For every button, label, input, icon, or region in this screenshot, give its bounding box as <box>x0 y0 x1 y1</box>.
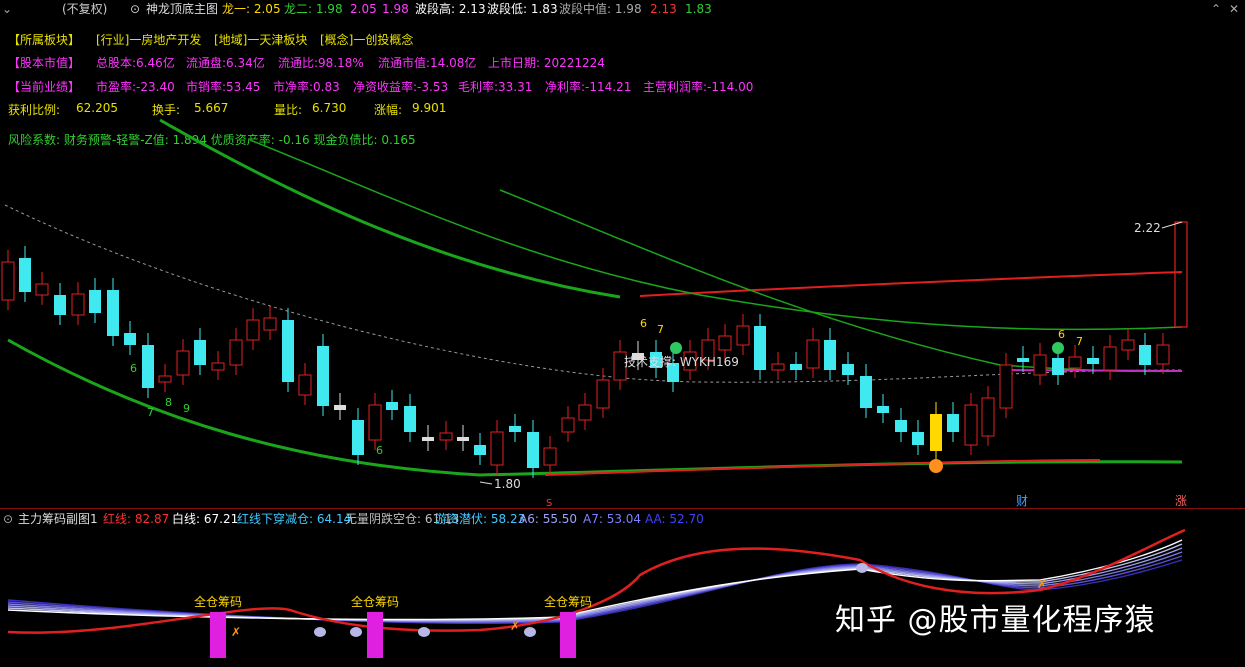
candles <box>1 246 1170 478</box>
count-label-7: 6 <box>1058 328 1065 341</box>
buy-signal-icon-2 <box>1052 342 1064 354</box>
candle-body-4 <box>71 293 85 316</box>
high-price-pointer <box>1161 221 1183 229</box>
candle-body-44 <box>771 363 785 371</box>
trend-lines <box>4 118 1188 477</box>
count-label-6: 7 <box>657 323 664 336</box>
count-label-2: 8 <box>165 396 172 409</box>
candle-body-24 <box>422 437 434 441</box>
candle-body-22 <box>386 402 398 410</box>
candle-body-53 <box>930 414 942 451</box>
sub-value-2: 红线下穿减仓: 64.14 <box>237 512 352 526</box>
candle-body-10 <box>176 350 190 376</box>
ma-long-line <box>249 139 1183 331</box>
pane-divider[interactable] <box>0 508 1245 509</box>
candle-body-5 <box>89 290 101 313</box>
candle-body-16 <box>282 320 294 382</box>
candle-body-56 <box>981 397 995 437</box>
count-label-3: 9 <box>183 402 190 415</box>
candle-body-41 <box>718 335 732 351</box>
count-label-0: 6 <box>130 362 137 375</box>
rise-signal-icon <box>929 459 943 473</box>
candle-body-0 <box>1 261 15 301</box>
candlestick-chart[interactable]: 2.221.80技术支撑: WYKH169678 966 7 67财 涨S <box>0 0 1245 667</box>
candle-body-30 <box>527 432 539 468</box>
candle-body-55 <box>964 404 978 446</box>
candle-body-43 <box>754 326 766 370</box>
watermark: 知乎 @股市量化程序猿 <box>835 603 1156 638</box>
candle-body-15 <box>263 317 277 331</box>
candle-body-9 <box>158 375 172 383</box>
candle-body-66 <box>1156 344 1170 365</box>
count-label-5: 6 <box>640 317 647 330</box>
rise-tag: 涨 <box>1175 493 1187 508</box>
candle-body-50 <box>877 406 889 413</box>
high-price-label: 2.22 <box>1134 221 1161 235</box>
candle-body-1 <box>19 258 31 292</box>
candle-body-42 <box>736 325 750 346</box>
candle-body-8 <box>142 345 154 388</box>
candle-body-65 <box>1139 345 1151 365</box>
candle-body-59 <box>1033 354 1047 376</box>
upper-band-red <box>639 271 1183 297</box>
candle-body-34 <box>596 379 610 409</box>
candle-body-18 <box>317 346 329 406</box>
candle-body-32 <box>561 417 575 433</box>
candle-body-11 <box>194 340 206 365</box>
candle-body-12 <box>211 362 225 371</box>
count-label-1: 7 <box>147 406 154 419</box>
candle-body-45 <box>790 364 802 370</box>
candle-body-57 <box>999 364 1013 409</box>
candle-body-14 <box>246 319 260 341</box>
candle-body-62 <box>1087 358 1099 364</box>
candle-body-47 <box>824 340 836 370</box>
candle-body-52 <box>912 432 924 445</box>
finance-tag: 财 <box>1016 494 1028 508</box>
count-label-8: 7 <box>1076 335 1083 348</box>
candle-body-17 <box>298 374 312 396</box>
candle-body-13 <box>229 339 243 366</box>
sub-value-0: 红线: 82.87 <box>103 512 170 526</box>
low-price-label: 1.80 <box>494 477 521 491</box>
sub-value-4: 游资潜伏: 58.23 <box>435 512 526 526</box>
limit-up-candle <box>1174 221 1188 328</box>
low-price-pointer <box>479 481 493 485</box>
candle-body-23 <box>404 406 416 432</box>
candle-body-3 <box>54 295 66 315</box>
sub-toggle-icon[interactable]: ⊙ <box>3 510 13 528</box>
candle-body-20 <box>352 420 364 455</box>
sub-value-6: A7: 53.04 <box>583 512 642 526</box>
candle-body-64 <box>1121 339 1135 351</box>
candle-body-54 <box>947 414 959 432</box>
candle-body-46 <box>806 339 820 369</box>
candle-body-25 <box>439 432 453 441</box>
candle-body-6 <box>107 290 119 336</box>
sub-value-1: 白线: 67.21 <box>172 512 239 526</box>
candle-body-58 <box>1017 358 1029 362</box>
sub-value-5: A6: 55.50 <box>519 512 578 526</box>
candle-body-19 <box>334 405 346 410</box>
candle-body-29 <box>509 426 521 432</box>
candle-body-61 <box>1068 356 1082 369</box>
candle-body-33 <box>578 404 592 421</box>
candle-body-27 <box>474 445 486 455</box>
support-annotation: 技术支撑: WYKH169 <box>624 354 739 369</box>
candle-body-63 <box>1103 346 1117 371</box>
upper-band-line <box>159 118 621 299</box>
candle-body-60 <box>1052 358 1064 375</box>
candle-body-7 <box>124 333 136 345</box>
sub-indicator-name[interactable]: 主力筹码副图1 <box>18 510 98 528</box>
candle-body-51 <box>895 420 907 432</box>
candle-body-49 <box>860 376 872 408</box>
candle-body-28 <box>490 431 504 466</box>
buy-signal-icon <box>670 342 682 354</box>
candle-body-31 <box>543 447 557 466</box>
ma-magenta-line <box>999 369 1183 372</box>
candle-body-48 <box>842 364 854 375</box>
candle-body-21 <box>368 404 382 441</box>
count-label-4: 6 <box>376 444 383 457</box>
candle-body-2 <box>35 283 49 296</box>
candle-body-26 <box>457 437 469 441</box>
sub-value-7: AA: 52.70 <box>645 512 704 526</box>
